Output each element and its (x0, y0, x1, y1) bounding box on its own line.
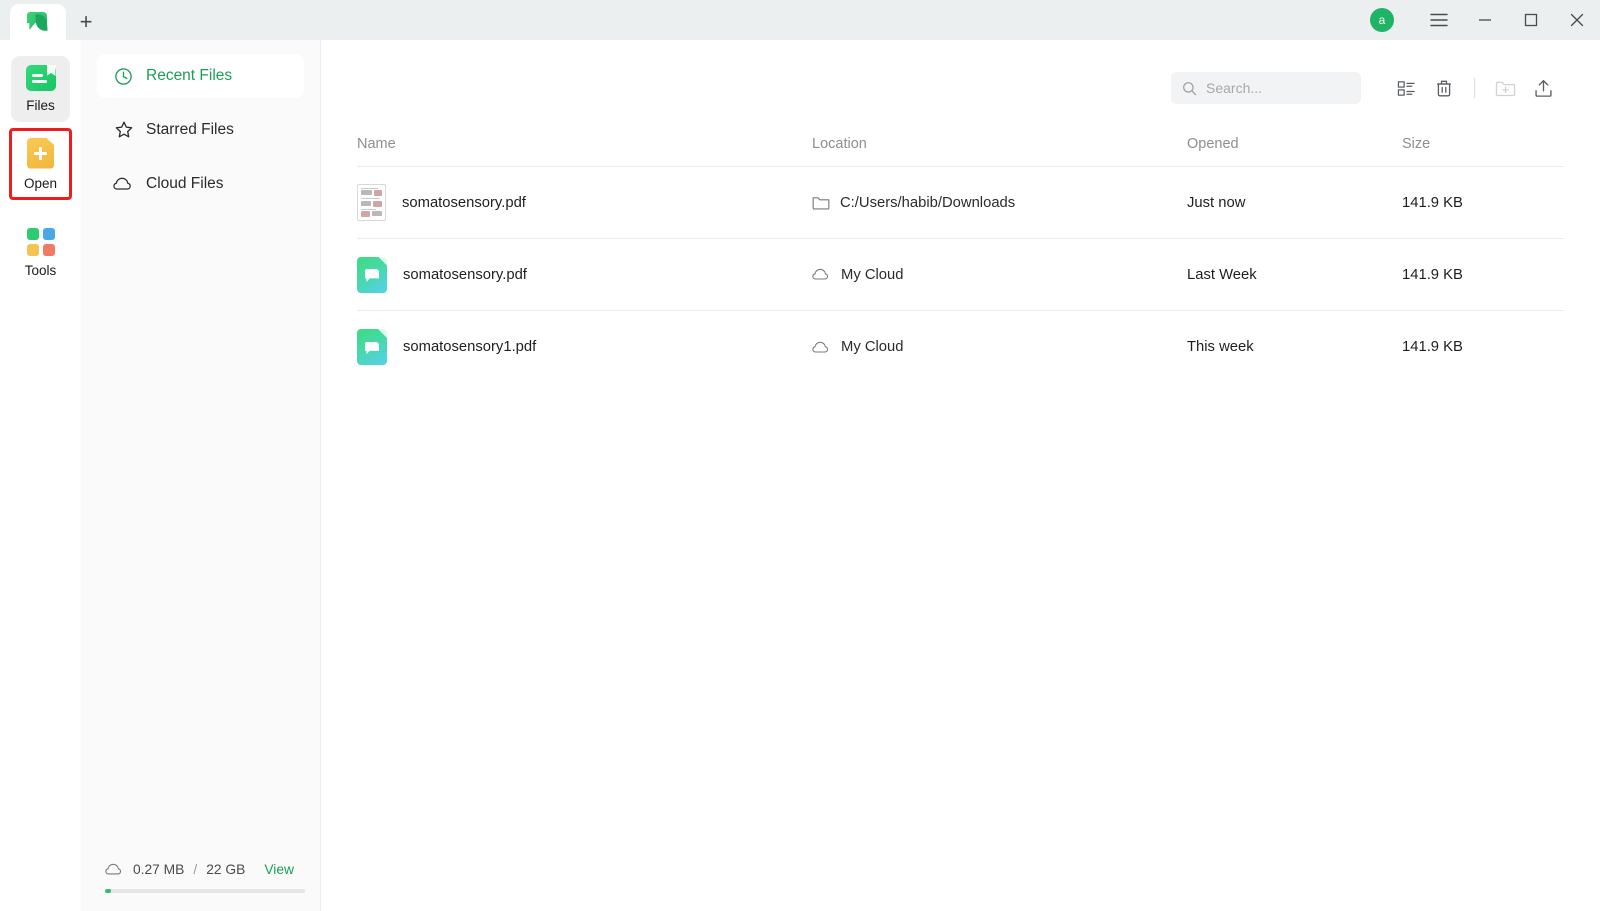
new-tab-button[interactable]: + (66, 4, 106, 40)
file-name: somatosensory.pdf (403, 266, 527, 283)
file-name: somatosensory1.pdf (403, 339, 537, 355)
table-row[interactable]: somatosensory.pdf C:/Users/habib/Downloa… (357, 167, 1564, 239)
file-size: 141.9 KB (1402, 266, 1463, 283)
files-table: Name Location Opened Size somatosensory.… (321, 136, 1600, 383)
app-window: + a Files Open Tools Recent Files Starre… (0, 0, 1600, 911)
file-name: somatosensory.pdf (402, 194, 526, 211)
sidebar-item-starred-files[interactable]: Starred Files (97, 108, 304, 152)
maximize-icon[interactable] (1508, 0, 1554, 40)
storage-total: 22 GB (206, 862, 246, 877)
window-controls: a (1370, 0, 1600, 40)
column-header-name[interactable]: Name (357, 136, 812, 152)
upload-icon[interactable] (1524, 71, 1562, 105)
rail-item-tools[interactable]: Tools (11, 220, 70, 286)
trash-icon[interactable] (1425, 71, 1463, 105)
file-location: My Cloud (841, 339, 904, 355)
minimize-icon[interactable] (1462, 0, 1508, 40)
storage-used: 0.27 MB (133, 862, 185, 877)
storage-view-link[interactable]: View (264, 862, 294, 877)
file-opened: Just now (1187, 194, 1246, 211)
cloud-icon (113, 174, 134, 195)
app-tab[interactable] (10, 4, 66, 40)
table-row[interactable]: somatosensory1.pdf My Cloud This week 14… (357, 311, 1564, 383)
search-box[interactable] (1171, 72, 1361, 104)
sidebar-item-recent-files[interactable]: Recent Files (97, 54, 304, 98)
file-opened: This week (1187, 339, 1254, 355)
rail-item-open-label: Open (23, 175, 58, 191)
title-bar: + a (0, 0, 1600, 40)
pdf-cloud-icon (357, 256, 387, 293)
app-logo-icon (26, 10, 50, 34)
storage-progress-bar (105, 889, 305, 893)
file-size: 141.9 KB (1402, 194, 1463, 211)
primary-nav-rail: Files Open Tools (0, 40, 81, 911)
open-file-icon (27, 137, 54, 169)
cloud-icon (812, 267, 831, 282)
tab-strip: + (0, 0, 106, 40)
storage-separator: / (193, 862, 198, 877)
files-icon (25, 65, 56, 91)
column-header-opened[interactable]: Opened (1187, 136, 1402, 152)
search-icon (1182, 81, 1197, 96)
window-body: Files Open Tools Recent Files Starred Fi… (0, 40, 1600, 911)
tools-grid-icon (26, 228, 55, 256)
column-header-location[interactable]: Location (812, 136, 1187, 152)
list-view-icon[interactable] (1387, 71, 1425, 105)
search-input[interactable] (1206, 80, 1350, 96)
file-size: 141.9 KB (1402, 339, 1463, 355)
rail-item-files-label: Files (26, 98, 55, 113)
sidebar-item-starred-files-label: Starred Files (146, 121, 234, 138)
cloud-icon (812, 340, 831, 355)
rail-item-open[interactable]: Open (9, 128, 72, 200)
hamburger-menu-icon[interactable] (1416, 0, 1462, 40)
star-icon (113, 120, 134, 141)
clock-icon (113, 66, 134, 87)
file-location: My Cloud (841, 266, 904, 283)
pdf-cloud-icon (357, 329, 387, 365)
new-folder-icon[interactable] (1486, 71, 1524, 105)
sidebar-item-recent-files-label: Recent Files (146, 67, 233, 84)
content-toolbar (321, 40, 1600, 136)
table-header-row: Name Location Opened Size (357, 136, 1564, 167)
storage-cloud-icon (105, 862, 124, 877)
avatar[interactable]: a (1370, 8, 1394, 32)
sidebar-item-cloud-files-label: Cloud Files (146, 175, 224, 192)
folder-icon (812, 195, 830, 211)
storage-status: 0.27 MB / 22 GB View (81, 862, 320, 911)
sidebar-item-cloud-files[interactable]: Cloud Files (97, 162, 304, 206)
main-content: Name Location Opened Size (320, 40, 1600, 911)
document-thumbnail (357, 184, 386, 221)
file-opened: Last Week (1187, 266, 1257, 283)
rail-item-tools-label: Tools (24, 263, 57, 278)
file-location: C:/Users/habib/Downloads (840, 194, 1016, 211)
rail-item-files[interactable]: Files (11, 56, 70, 122)
toolbar-divider (1474, 78, 1475, 98)
column-header-size[interactable]: Size (1402, 136, 1564, 152)
close-icon[interactable] (1554, 0, 1600, 40)
table-row[interactable]: somatosensory.pdf My Cloud Last Week 141… (357, 239, 1564, 311)
secondary-sidebar: Recent Files Starred Files Cloud Files 0… (81, 40, 320, 911)
